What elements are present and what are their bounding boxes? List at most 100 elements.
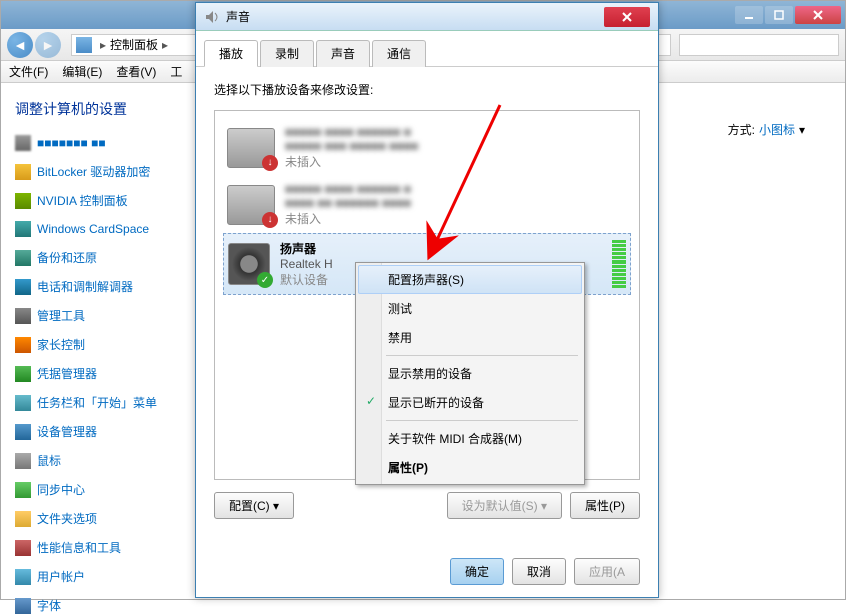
sidebar-item[interactable]: 任务栏和「开始」菜单 (15, 394, 187, 411)
ctx-properties[interactable]: 属性(P) (358, 453, 582, 482)
device-row[interactable]: ↓ ■■■■■ ■■■■ ■■■■■■ ■ ■■■■ ■■ ■■■■■■ ■■■… (223, 176, 631, 233)
sidebar-item-icon (15, 424, 31, 440)
sidebar-item-icon (15, 135, 31, 151)
sidebar-item-label: 任务栏和「开始」菜单 (37, 394, 157, 411)
menu-file[interactable]: 文件(F) (9, 63, 48, 80)
sidebar-item-label: 性能信息和工具 (37, 539, 121, 556)
sidebar-item-label: 文件夹选项 (37, 510, 97, 527)
sidebar-item-label: Windows CardSpace (37, 222, 149, 236)
configure-button[interactable]: 配置(C) ▾ (214, 492, 294, 519)
sidebar-item-icon (15, 511, 31, 527)
separator (386, 355, 578, 356)
sidebar-item-label: NVIDIA 控制面板 (37, 192, 128, 209)
properties-button[interactable]: 属性(P) (570, 492, 640, 519)
status-badge-icon: ↓ (262, 155, 278, 171)
sidebar-item[interactable]: NVIDIA 控制面板 (15, 192, 187, 209)
sidebar-item-icon (15, 279, 31, 295)
sidebar-item-icon (15, 366, 31, 382)
sidebar-item-label: 家长控制 (37, 336, 85, 353)
ctx-about-midi[interactable]: 关于软件 MIDI 合成器(M) (358, 424, 582, 453)
sidebar-item-icon (15, 569, 31, 585)
sidebar-item[interactable]: 家长控制 (15, 336, 187, 353)
setdefault-button[interactable]: 设为默认值(S) ▾ (447, 492, 562, 519)
context-menu: 配置扬声器(S) 测试 禁用 显示禁用的设备 ✓显示已断开的设备 关于软件 MI… (355, 262, 585, 485)
device-status: 未插入 (285, 153, 627, 170)
device-name: ■■■■■ ■■■■ ■■■■■■ ■ (285, 182, 627, 196)
sidebar-item[interactable]: 性能信息和工具 (15, 539, 187, 556)
tab-sound[interactable]: 声音 (316, 40, 370, 67)
sidebar-item-icon (15, 308, 31, 324)
viewby-link[interactable]: 小图标 (759, 121, 795, 138)
sidebar-item-label: 设备管理器 (37, 423, 97, 440)
breadcrumb-text[interactable]: 控制面板 (110, 36, 158, 53)
dlg-close-button[interactable] (604, 7, 650, 27)
cancel-button[interactable]: 取消 (512, 558, 566, 585)
ctx-configure-speaker[interactable]: 配置扬声器(S) (358, 265, 582, 294)
sound-icon (204, 9, 220, 25)
ctx-show-disabled[interactable]: 显示禁用的设备 (358, 359, 582, 388)
sidebar-item-label: 鼠标 (37, 452, 61, 469)
forward-button[interactable]: ► (35, 32, 61, 58)
page-heading: 调整计算机的设置 (15, 99, 187, 119)
sidebar-item-icon (15, 337, 31, 353)
sidebar-item[interactable]: 备份和还原 (15, 249, 187, 266)
ctx-test[interactable]: 测试 (358, 294, 582, 323)
sidebar-item-label: 同步中心 (37, 481, 85, 498)
menu-view[interactable]: 查看(V) (116, 63, 156, 80)
viewby-label: 方式: (728, 121, 755, 138)
ctx-show-disconnected[interactable]: ✓显示已断开的设备 (358, 388, 582, 417)
status-badge-icon: ↓ (262, 212, 278, 228)
search-input[interactable] (679, 34, 839, 56)
viewby: 方式: 小图标 ▾ (728, 121, 805, 138)
menu-tools[interactable]: 工 (170, 63, 182, 80)
sidebar-item[interactable]: 管理工具 (15, 307, 187, 324)
device-row[interactable]: ↓ ■■■■■ ■■■■ ■■■■■■ ■ ■■■■■ ■■■ ■■■■■ ■■… (223, 119, 631, 176)
sidebar-item-icon (15, 482, 31, 498)
sidebar-item-label: 备份和还原 (37, 249, 97, 266)
dlg-title: 声音 (226, 8, 604, 25)
sidebar-item[interactable]: 同步中心 (15, 481, 187, 498)
dlg-footer: 确定 取消 应用(A (196, 558, 658, 585)
sidebar-item[interactable]: 文件夹选项 (15, 510, 187, 527)
sidebar-item-icon (15, 453, 31, 469)
sidebar-item[interactable]: 电话和调制解调器 (15, 278, 187, 295)
level-meter (612, 240, 626, 288)
sidebar-item-icon (15, 540, 31, 556)
device-status: 未插入 (285, 210, 627, 227)
sidebar-item-icon (15, 221, 31, 237)
apply-button[interactable]: 应用(A (574, 558, 640, 585)
ok-button[interactable]: 确定 (450, 558, 504, 585)
device-info: ■■■■■ ■■■■ ■■■■■■ ■ ■■■■ ■■ ■■■■■■ ■■■■ … (285, 182, 627, 227)
sidebar-item[interactable]: ■■■■■■■ ■■ (15, 135, 187, 151)
device-icon: ↓ (227, 128, 275, 168)
sidebar-item-label: 电话和调制解调器 (37, 278, 133, 295)
tab-playback[interactable]: 播放 (204, 40, 258, 67)
sidebar-item[interactable]: Windows CardSpace (15, 221, 187, 237)
dropdown-icon[interactable]: ▾ (799, 123, 805, 137)
bg-maximize-button[interactable] (765, 6, 793, 24)
sidebar-item-label: 凭据管理器 (37, 365, 97, 382)
status-badge-icon: ✓ (257, 272, 273, 288)
bg-close-button[interactable] (795, 6, 841, 24)
sidebar: 调整计算机的设置 ■■■■■■■ ■■ BitLocker 驱动器加密 NVIDIA… (1, 83, 201, 599)
back-button[interactable]: ◄ (7, 32, 33, 58)
instruction-text: 选择以下播放设备来修改设置: (214, 81, 640, 98)
sidebar-item[interactable]: BitLocker 驱动器加密 (15, 163, 187, 180)
ctx-disable[interactable]: 禁用 (358, 323, 582, 352)
bg-minimize-button[interactable] (735, 6, 763, 24)
dlg-titlebar[interactable]: 声音 (196, 3, 658, 31)
tab-record[interactable]: 录制 (260, 40, 314, 67)
tab-comm[interactable]: 通信 (372, 40, 426, 67)
sidebar-item[interactable]: 用户帐户 (15, 568, 187, 585)
device-icon: ↓ (227, 185, 275, 225)
device-desc: ■■■■ ■■ ■■■■■■ ■■■■ (285, 196, 627, 210)
control-panel-icon (76, 37, 92, 53)
separator (386, 420, 578, 421)
sidebar-item[interactable]: 鼠标 (15, 452, 187, 469)
sidebar-item[interactable]: 凭据管理器 (15, 365, 187, 382)
menu-edit[interactable]: 编辑(E) (62, 63, 102, 80)
sidebar-item[interactable]: 设备管理器 (15, 423, 187, 440)
sidebar-item-label: ■■■■■■■ ■■ (37, 136, 106, 150)
sidebar-item-icon (15, 193, 31, 209)
device-name: 扬声器 (280, 240, 602, 257)
